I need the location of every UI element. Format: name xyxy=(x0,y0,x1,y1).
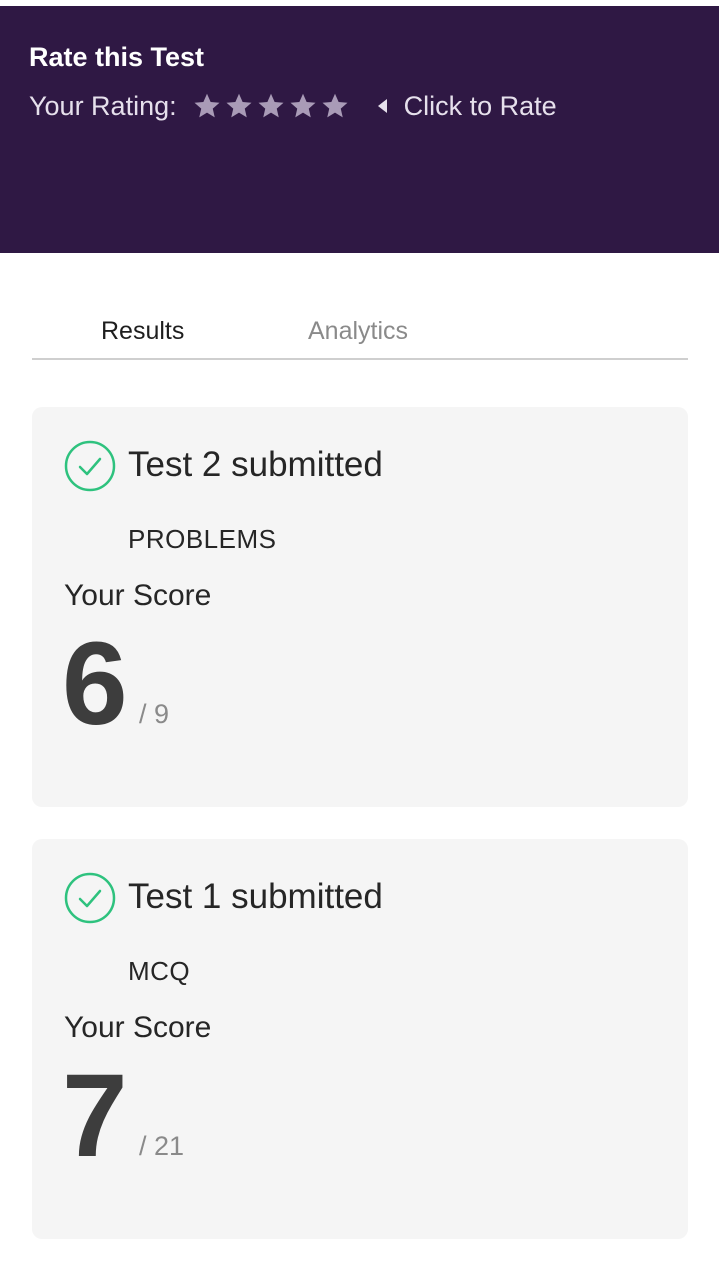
score-label: Your Score xyxy=(64,1011,212,1044)
star-icon[interactable] xyxy=(288,91,318,121)
result-title: Test 1 submitted xyxy=(128,877,383,916)
results-tabs: Results Analytics xyxy=(32,308,688,360)
star-icon[interactable] xyxy=(224,91,254,121)
click-to-rate-link[interactable]: Click to Rate xyxy=(404,89,557,123)
star-rating[interactable] xyxy=(192,91,352,121)
star-icon[interactable] xyxy=(320,91,350,121)
test-type: PROBLEMS xyxy=(128,524,277,554)
rating-label: Your Rating: xyxy=(29,91,177,121)
star-icon[interactable] xyxy=(256,91,286,121)
score-value: 7 xyxy=(62,1050,128,1182)
result-card: Test 1 submitted MCQ Your Score 7 / 21 xyxy=(32,839,688,1239)
result-title: Test 2 submitted xyxy=(128,445,383,484)
rating-header: Rate this Test Your Rating: Click to Rat… xyxy=(0,6,719,253)
score-label: Your Score xyxy=(64,579,212,612)
check-circle-icon xyxy=(64,440,116,492)
check-circle-icon xyxy=(64,872,116,924)
score-total: / 9 xyxy=(139,699,170,729)
score-total: / 21 xyxy=(139,1131,185,1161)
rate-title: Rate this Test xyxy=(29,42,205,72)
tab-results[interactable]: Results xyxy=(101,316,184,346)
test-type: MCQ xyxy=(128,956,191,986)
result-card: Test 2 submitted PROBLEMS Your Score 6 /… xyxy=(32,407,688,807)
caret-left-icon xyxy=(377,99,387,113)
tab-analytics[interactable]: Analytics xyxy=(308,316,408,346)
rating-row: Your Rating: Click to Rate xyxy=(29,89,557,123)
star-icon[interactable] xyxy=(192,91,222,121)
score-value: 6 xyxy=(62,618,128,750)
